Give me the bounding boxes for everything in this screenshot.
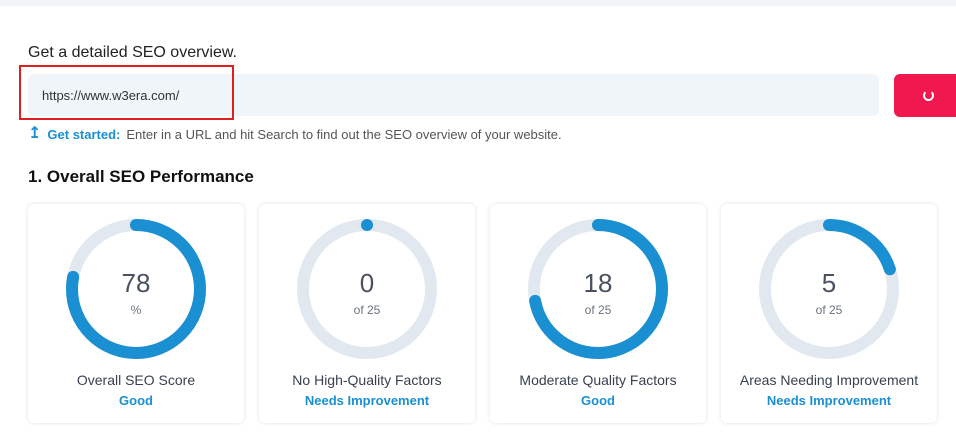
ring-unit: of 25 <box>816 303 843 317</box>
score-ring: 18 of 25 <box>528 219 668 359</box>
ring-value: 18 <box>584 268 613 298</box>
card-status: Good <box>119 393 153 408</box>
score-card: 18 of 25 Moderate Quality Factors Good <box>490 204 706 423</box>
card-label: Overall SEO Score <box>76 372 196 388</box>
card-label: Areas Needing Improvement <box>739 372 919 388</box>
score-ring: 0 of 25 <box>297 219 437 359</box>
hint-text: Enter in a URL and hit Search to find ou… <box>126 126 562 142</box>
ring-unit: % <box>131 303 142 317</box>
score-ring: 78 % <box>66 219 206 359</box>
score-ring: 5 of 25 <box>759 219 899 359</box>
ring-value: 78 <box>122 268 151 298</box>
intro-text: Get a detailed SEO overview. <box>28 44 237 61</box>
card-status: Needs Improvement <box>304 393 430 408</box>
card-status: Good <box>581 393 615 408</box>
score-card: 78 % Overall SEO Score Good <box>28 204 244 423</box>
section-title: 1. Overall SEO Performance <box>28 167 254 186</box>
score-card: 5 of 25 Areas Needing Improvement Needs … <box>721 204 937 423</box>
hint-label: Get started: <box>47 126 121 142</box>
loading-spinner-icon <box>923 90 934 101</box>
get-started-hint: ↥ Get started: Enter in a URL and hit Se… <box>28 126 562 142</box>
top-bar <box>0 0 956 6</box>
ring-unit: of 25 <box>585 303 612 317</box>
ring-value: 5 <box>822 268 836 298</box>
card-status: Needs Improvement <box>766 393 892 408</box>
ring-unit: of 25 <box>354 303 381 317</box>
search-button[interactable] <box>894 74 956 117</box>
card-label: No High-Quality Factors <box>292 372 442 388</box>
arrow-up-icon: ↥ <box>28 125 42 142</box>
card-label: Moderate Quality Factors <box>519 372 677 388</box>
ring-value: 0 <box>360 268 374 298</box>
url-search-input[interactable] <box>28 74 879 116</box>
score-card: 0 of 25 No High-Quality Factors Needs Im… <box>259 204 475 423</box>
